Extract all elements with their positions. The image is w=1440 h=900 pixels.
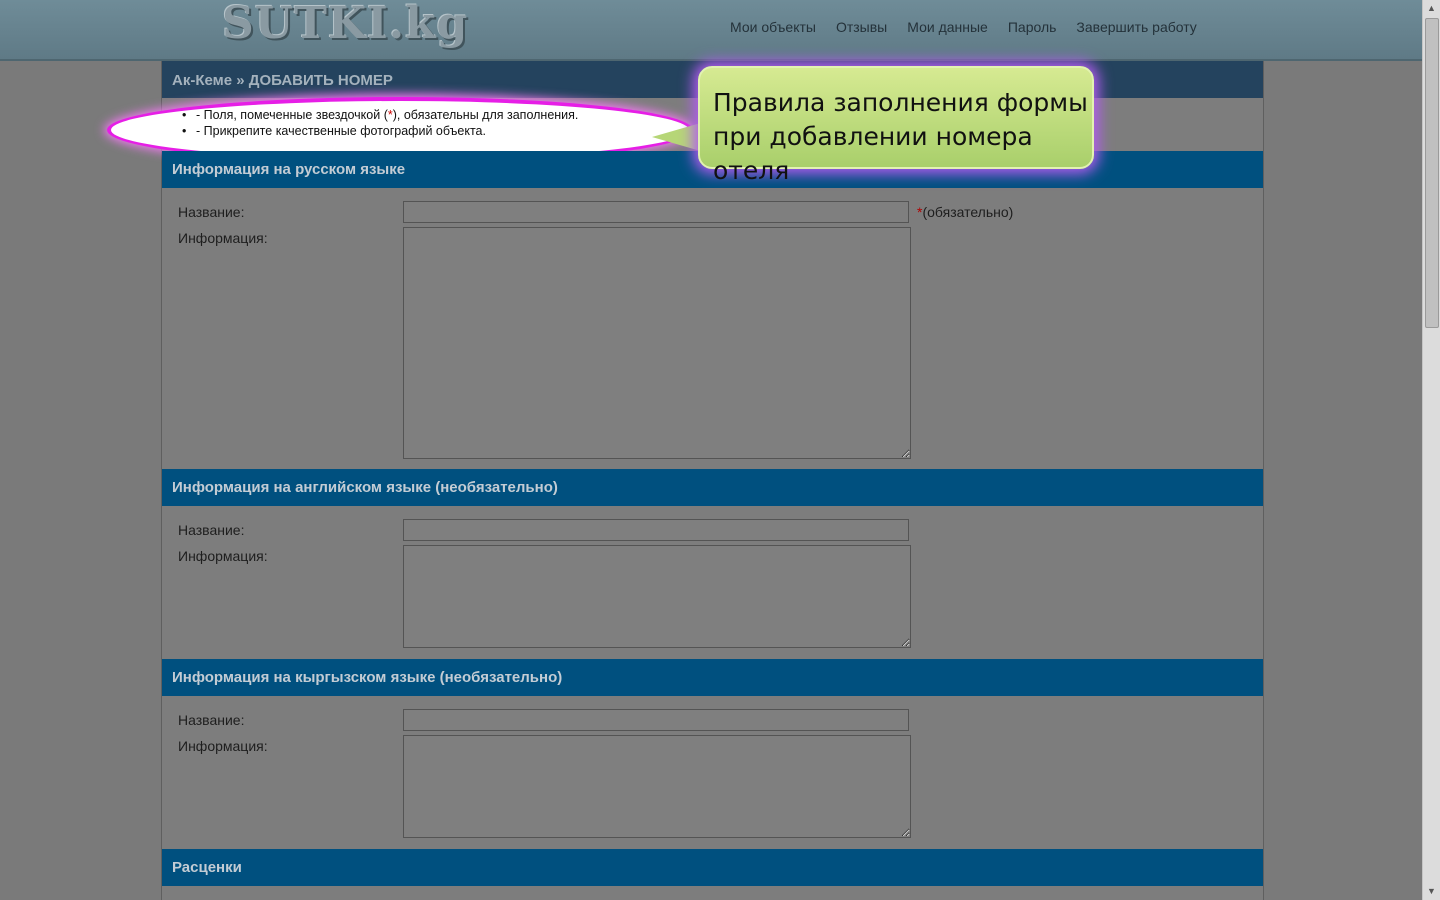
info-textarea-ru[interactable]: [403, 227, 911, 459]
name-label-ky: Название:: [178, 712, 245, 728]
callout-line-1: Правила заполнения формы: [713, 88, 1088, 117]
breadcrumb-separator: »: [236, 72, 245, 89]
rule-item: • - Поля, помеченные звездочкой (*), обяз…: [182, 107, 578, 123]
name-label-en: Название:: [178, 522, 245, 538]
section-title-en: Информация на английском языке (необязат…: [172, 479, 558, 496]
info-textarea-ky[interactable]: [403, 735, 911, 838]
section-title-ru: Информация на русском языке: [172, 161, 406, 178]
info-textarea-en[interactable]: [403, 545, 911, 648]
scrollbar-thumb[interactable]: [1425, 18, 1439, 328]
bullet-icon: •: [182, 108, 187, 122]
breadcrumb-text: Ак-Кеме » ДОБАВИТЬ НОМЕР: [172, 72, 393, 89]
info-label-ru: Информация:: [178, 230, 268, 246]
nav-my-data[interactable]: Мои данные: [907, 19, 988, 35]
name-input-en[interactable]: [403, 519, 909, 541]
nav-password[interactable]: Пароль: [1008, 19, 1057, 35]
rule-item: • - Прикрепите качественные фотографий об…: [182, 123, 578, 139]
callout-tail: [652, 122, 704, 152]
name-input-ru[interactable]: [403, 201, 909, 223]
annotation-callout: Правила заполнения формы при добавлении …: [698, 66, 1094, 185]
nav-logout[interactable]: Завершить работу: [1076, 19, 1196, 35]
main-nav: Мои объекты Отзывы Мои данные Пароль Зав…: [730, 19, 1197, 35]
scroll-down-arrow-icon[interactable]: ▼: [1423, 883, 1440, 900]
section-title-ky: Информация на кыргызском языке (необязат…: [172, 669, 563, 686]
vertical-scrollbar[interactable]: ▲ ▼: [1422, 0, 1440, 900]
section-header-prices: Расценки: [162, 849, 1263, 886]
info-label-en: Информация:: [178, 548, 268, 564]
form-rules-list: • - Поля, помеченные звездочкой (*), обяз…: [182, 107, 578, 139]
callout-text: Правила заполнения формы при добавлении …: [713, 86, 1092, 188]
required-note: *(обязательно): [917, 204, 1013, 220]
site-header: SUTKI.kg Мои объекты Отзывы Мои данные П…: [0, 0, 1422, 61]
section-title-prices: Расценки: [172, 859, 242, 876]
page-title: ДОБАВИТЬ НОМЕР: [248, 72, 393, 89]
site-logo[interactable]: SUTKI.kg: [222, 0, 468, 49]
scroll-up-arrow-icon[interactable]: ▲: [1423, 0, 1440, 17]
rule-1-post: ), обязательны для заполнения.: [392, 108, 579, 122]
info-label-ky: Информация:: [178, 738, 268, 754]
rule-1-pre: - Поля, помеченные звездочкой (: [196, 108, 388, 122]
callout-line-2: при добавлении номера отеля: [713, 122, 1033, 185]
breadcrumb-parent[interactable]: Ак-Кеме: [172, 72, 232, 89]
name-label-ru: Название:: [178, 204, 245, 220]
nav-my-objects[interactable]: Мои объекты: [730, 19, 816, 35]
required-text: (обязательно): [922, 204, 1014, 220]
bullet-icon: •: [182, 124, 187, 138]
nav-reviews[interactable]: Отзывы: [836, 19, 887, 35]
section-header-en: Информация на английском языке (необязат…: [162, 469, 1263, 506]
section-header-ky: Информация на кыргызском языке (необязат…: [162, 659, 1263, 696]
rule-2: - Прикрепите качественные фотографий объ…: [196, 124, 486, 138]
name-input-ky[interactable]: [403, 709, 909, 731]
